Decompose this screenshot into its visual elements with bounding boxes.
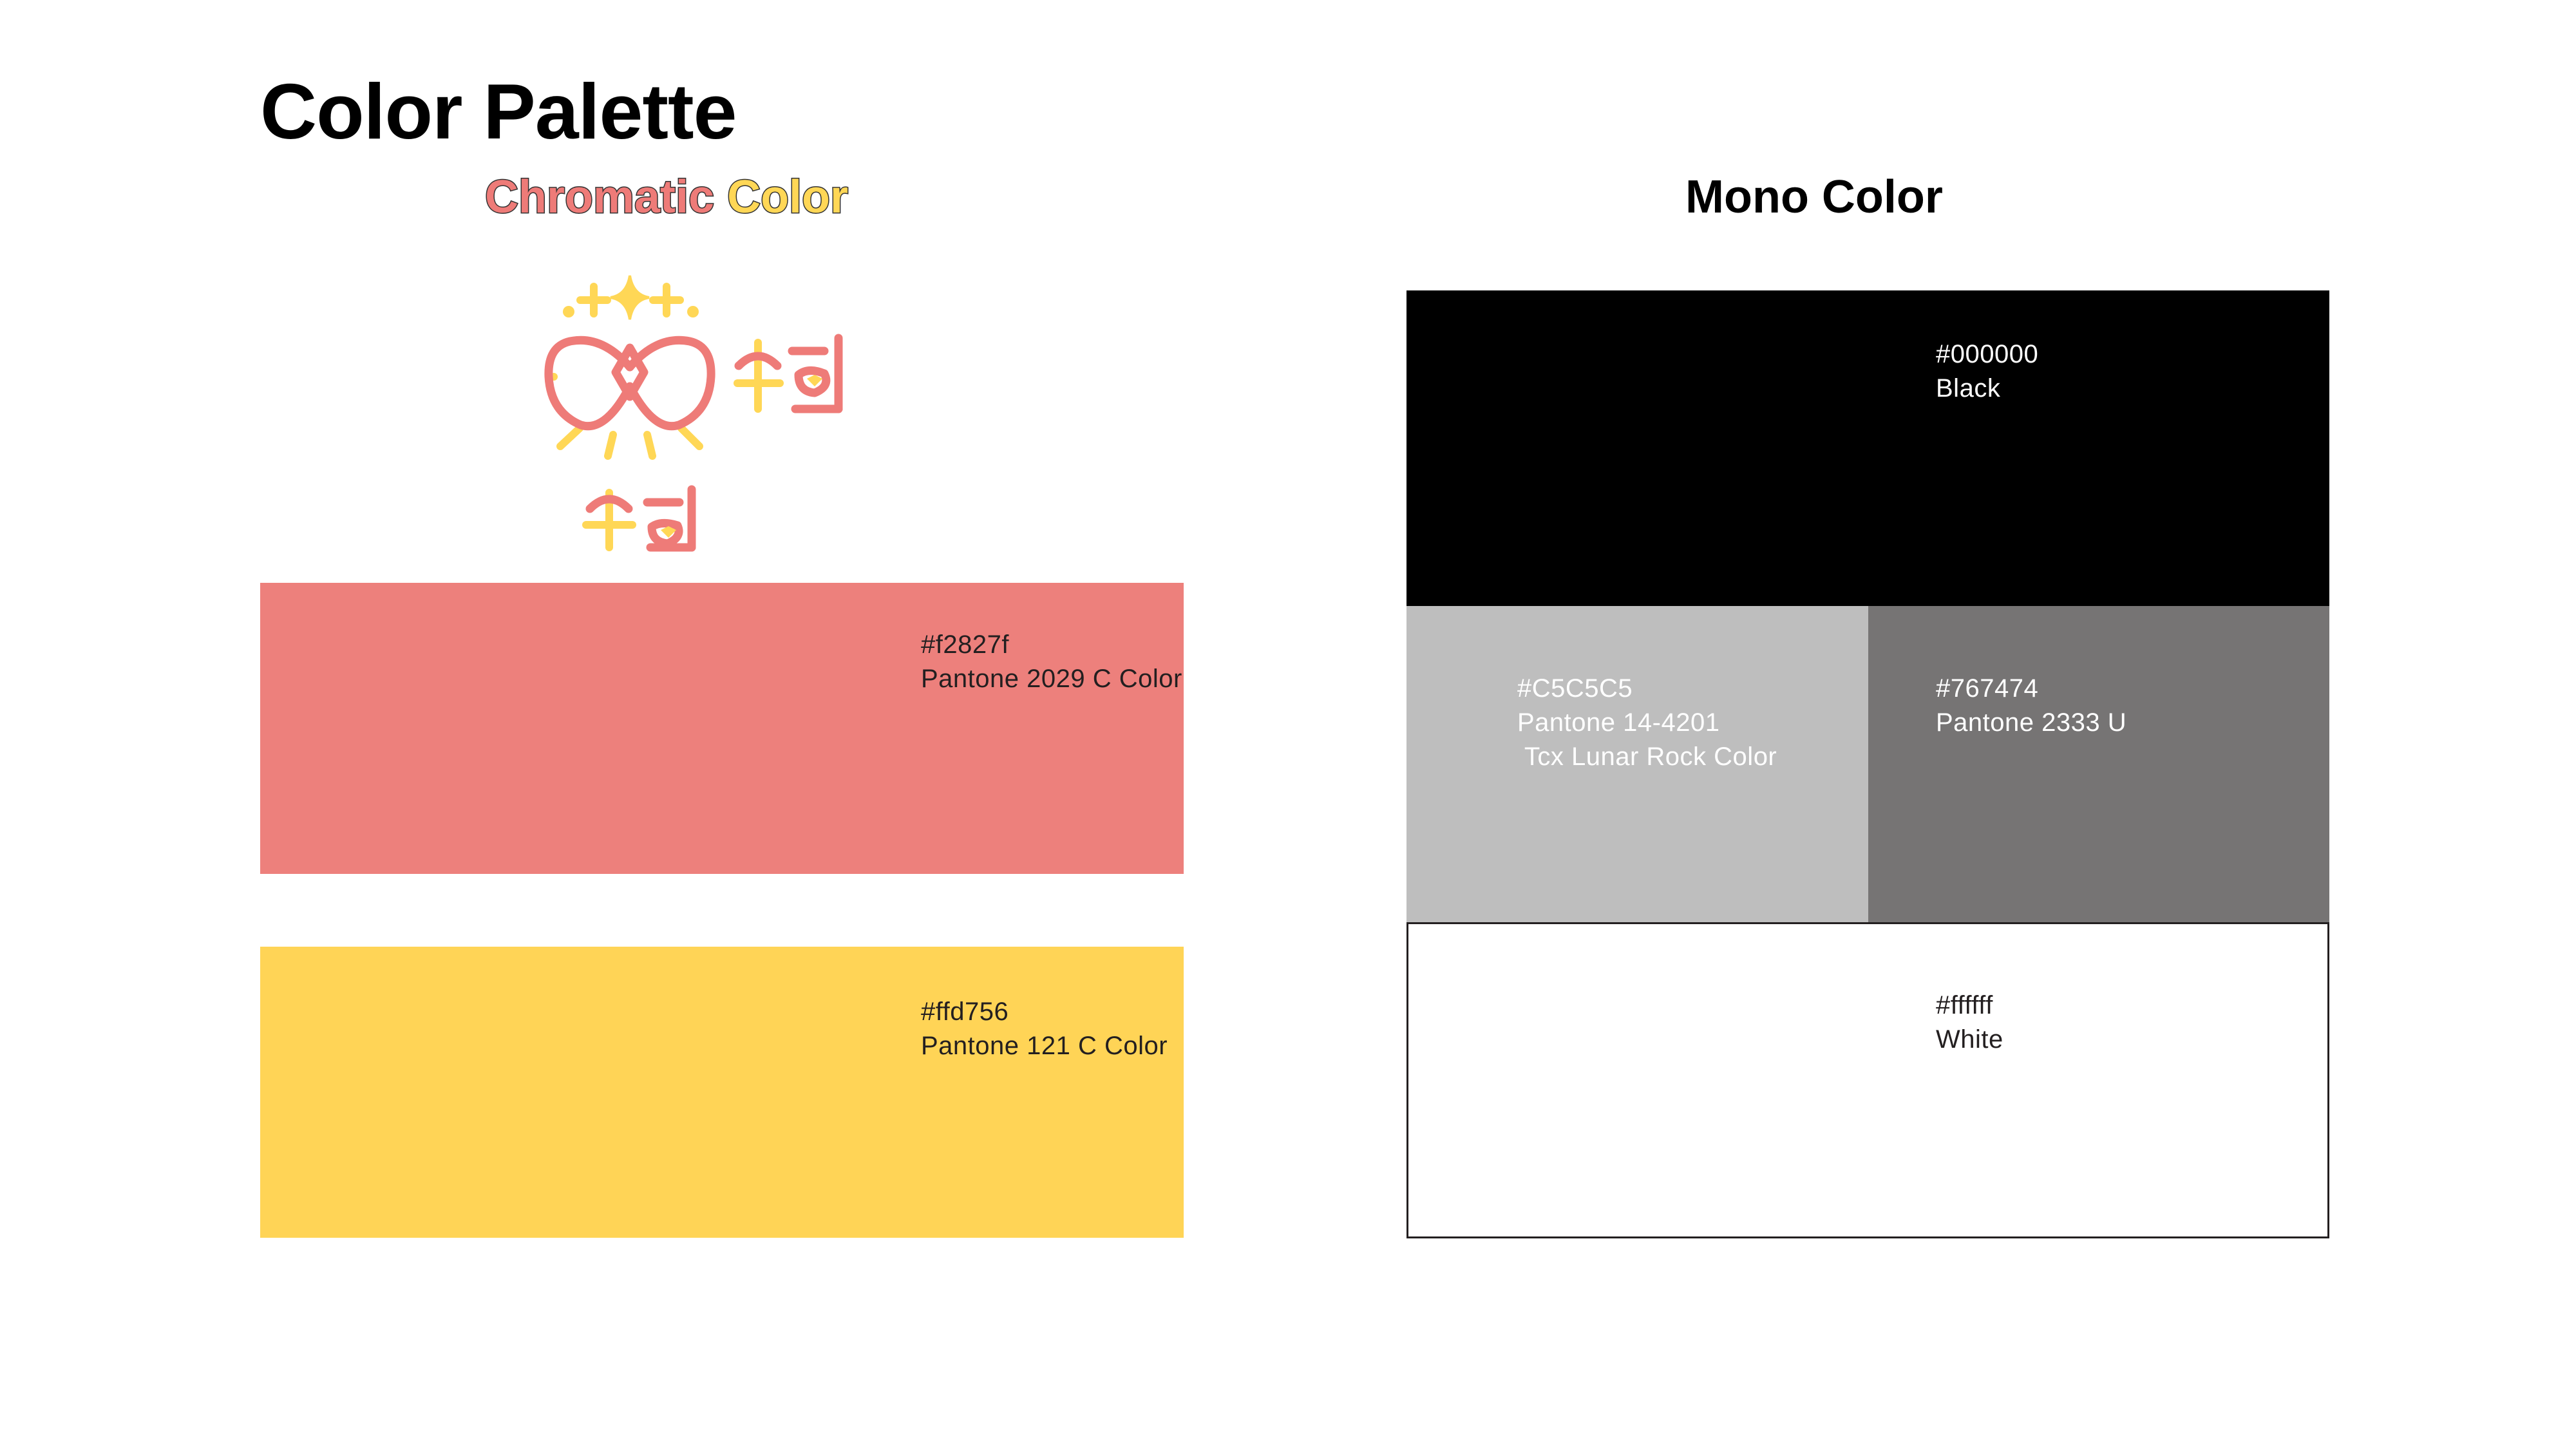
swatch-black-hex: #000000 <box>1936 340 2039 368</box>
swatch-black-name: Black <box>1936 374 2001 402</box>
swatch-dark-gray: #767474 Pantone 2333 U <box>1868 606 2329 922</box>
swatch-red-label: #f2827f Pantone 2029 C Color <box>921 628 1182 696</box>
swatch-yellow-label: #ffd756 Pantone 121 C Color <box>921 995 1168 1063</box>
swatch-light-gray-hex: #C5C5C5 <box>1517 674 1633 703</box>
swatch-red: #f2827f Pantone 2029 C Color <box>260 583 1184 874</box>
swatch-black: #000000 Black <box>1406 290 2329 606</box>
swatch-light-gray-label: #C5C5C5 Pantone 14-4201 Tcx Lunar Rock C… <box>1517 672 1777 774</box>
swatch-dark-gray-label: #767474 Pantone 2333 U <box>1936 672 2126 740</box>
ribbon-sparkle-logo <box>541 270 927 560</box>
swatch-white-name: White <box>1936 1025 2003 1054</box>
swatch-red-name: Pantone 2029 C Color <box>921 665 1182 693</box>
swatch-light-gray-name: Pantone 14-4201 Tcx Lunar Rock Color <box>1517 708 1777 771</box>
swatch-yellow-name: Pantone 121 C Color <box>921 1032 1168 1060</box>
chromatic-color-heading: Chromatic Color <box>484 171 849 223</box>
swatch-dark-gray-name: Pantone 2333 U <box>1936 708 2127 737</box>
swatch-yellow: #ffd756 Pantone 121 C Color <box>260 947 1184 1238</box>
swatch-light-gray: #C5C5C5 Pantone 14-4201 Tcx Lunar Rock C… <box>1406 606 1868 922</box>
color-heading-word: Color <box>726 171 849 223</box>
swatch-white-label: #ffffff White <box>1936 989 2003 1057</box>
ribbon-logo-icon <box>544 275 843 552</box>
swatch-dark-gray-hex: #767474 <box>1936 674 2039 703</box>
swatch-red-hex: #f2827f <box>921 630 1009 659</box>
swatch-yellow-hex: #ffd756 <box>921 998 1009 1026</box>
chromatic-heading-word: Chromatic <box>484 171 715 223</box>
swatch-white: #ffffff White <box>1406 922 2329 1238</box>
swatch-white-hex: #ffffff <box>1936 991 1993 1019</box>
page-title: Color Palette <box>260 68 737 155</box>
mono-color-heading: Mono Color <box>1685 171 1943 223</box>
swatch-black-label: #000000 Black <box>1936 337 2038 406</box>
